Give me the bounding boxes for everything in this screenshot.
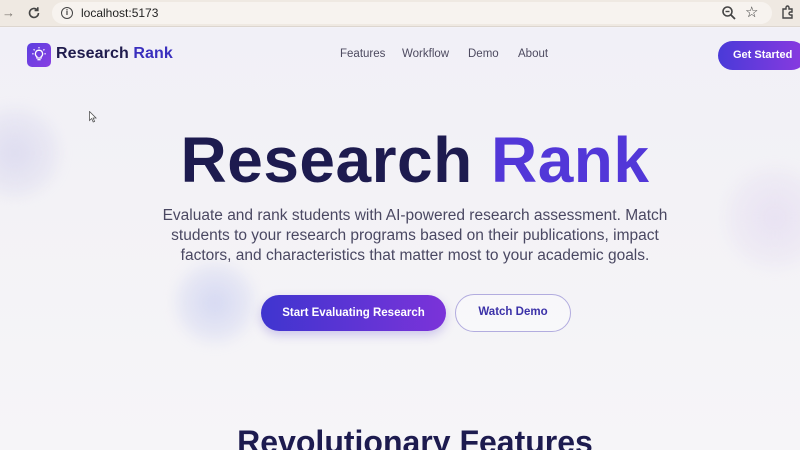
nav-features[interactable]: Features bbox=[340, 48, 385, 60]
background-blob bbox=[175, 263, 255, 343]
start-evaluating-button[interactable]: Start Evaluating Research bbox=[261, 295, 446, 331]
hero-title-word-2: Rank bbox=[490, 124, 650, 196]
brand-logo[interactable]: Research Rank bbox=[56, 45, 173, 63]
hero-subtitle-line: factors, and characteristics that matter… bbox=[180, 247, 650, 264]
reload-icon[interactable] bbox=[25, 4, 43, 22]
nav-workflow[interactable]: Workflow bbox=[402, 48, 449, 60]
hero-subtitle-line: Evaluate and rank students with AI-power… bbox=[162, 207, 668, 224]
brand-word-1: Research bbox=[56, 45, 129, 62]
url-text[interactable]: localhost:5173 bbox=[81, 6, 158, 20]
back-arrow-icon[interactable]: → bbox=[2, 5, 18, 21]
hero-title-word-1: Research bbox=[180, 124, 473, 196]
watch-demo-button[interactable]: Watch Demo bbox=[455, 294, 571, 332]
get-started-button[interactable]: Get Started bbox=[718, 41, 800, 70]
zoom-icon[interactable] bbox=[721, 5, 737, 21]
site-info-icon[interactable]: i bbox=[61, 7, 73, 19]
address-bar[interactable]: i localhost:5173 ☆ bbox=[52, 2, 772, 24]
features-section-title: Revolutionary Features bbox=[237, 424, 593, 450]
browser-toolbar: → i localhost:5173 ☆ bbox=[0, 0, 800, 27]
hero-subtitle: Evaluate and rank students with AI-power… bbox=[0, 206, 800, 266]
page-content: Research Rank Features Workflow Demo Abo… bbox=[0, 28, 800, 450]
hero-title: Research Rank bbox=[0, 123, 800, 197]
lightbulb-icon[interactable] bbox=[27, 43, 51, 67]
hero-subtitle-line: students to your research programs based… bbox=[171, 227, 659, 244]
bookmark-star-icon[interactable]: ☆ bbox=[745, 3, 758, 21]
nav-demo[interactable]: Demo bbox=[468, 48, 499, 60]
brand-word-2: Rank bbox=[133, 45, 173, 62]
mouse-cursor-icon bbox=[89, 111, 97, 123]
nav-about[interactable]: About bbox=[518, 48, 548, 60]
extensions-icon[interactable] bbox=[780, 4, 796, 20]
